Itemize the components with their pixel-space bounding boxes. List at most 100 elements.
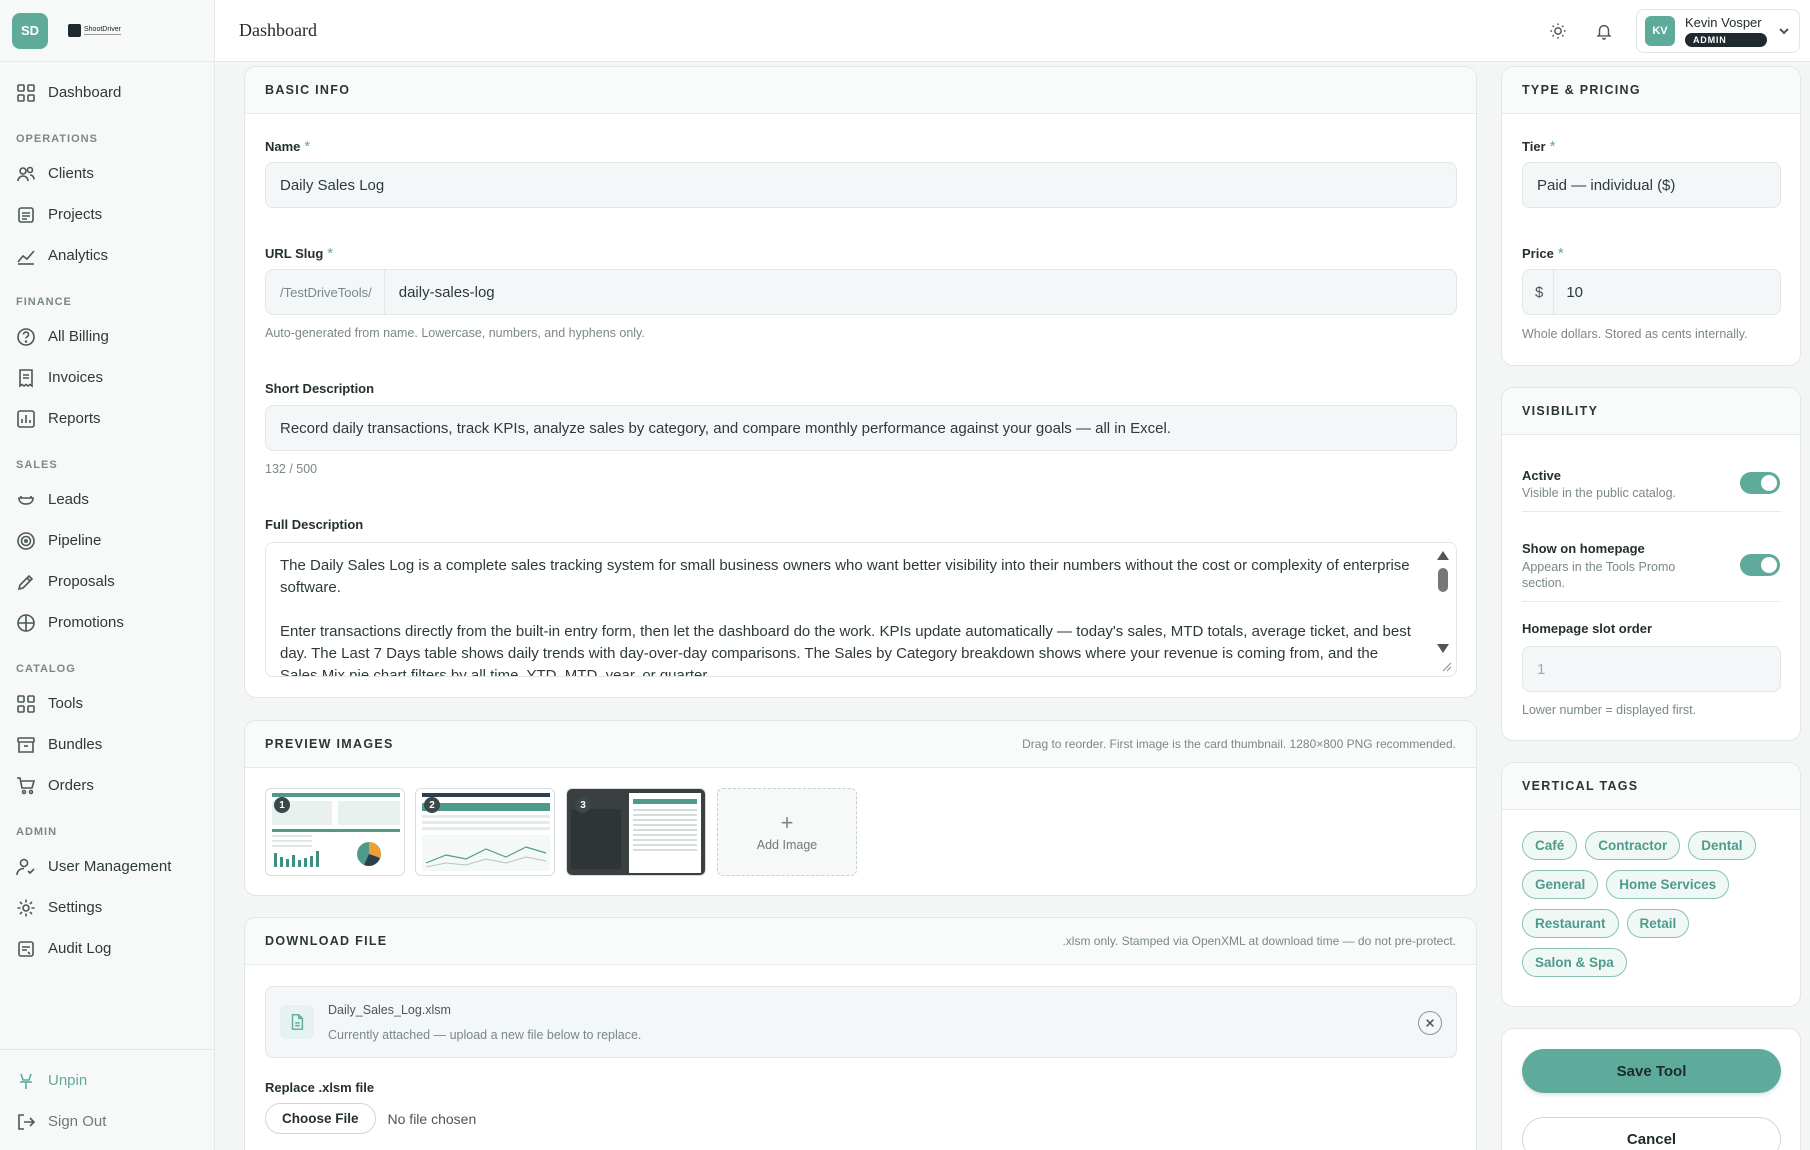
save-tool-button[interactable]: Save Tool xyxy=(1522,1049,1781,1093)
receipt-icon xyxy=(19,368,33,388)
tag-chip[interactable]: Café xyxy=(1522,831,1578,860)
divider xyxy=(1522,601,1781,602)
basic-info-card: BASIC INFO Name * Daily Sales Log URL Slu… xyxy=(244,66,1477,698)
plus-circle-icon xyxy=(17,613,35,632)
price-input[interactable]: 10 xyxy=(1554,270,1780,314)
sun-icon xyxy=(1550,22,1566,39)
preview-thumbnail-3[interactable]: 3 xyxy=(566,788,706,876)
bar-chart-icon xyxy=(17,409,35,428)
card-header: PREVIEW IMAGES Drag to reorder. First im… xyxy=(245,721,1476,768)
brand-logo-text: ShootDriver xyxy=(84,26,121,35)
active-label: Active xyxy=(1522,468,1562,483)
add-image-button[interactable]: + Add Image xyxy=(717,788,857,876)
sidebar-item-label: Orders xyxy=(48,777,94,794)
nav-section-sales: SALES xyxy=(16,459,58,471)
attached-file: Daily_Sales_Log.xlsm Currently attached … xyxy=(265,986,1457,1058)
archive-icon xyxy=(17,736,35,753)
sidebar-item-clients[interactable]: Clients xyxy=(0,153,214,194)
card-title: DOWNLOAD FILE xyxy=(265,934,388,948)
tag-chip[interactable]: Contractor xyxy=(1585,831,1681,860)
cart-icon xyxy=(17,776,36,794)
card-title: VERTICAL TAGS xyxy=(1522,779,1639,793)
sidebar-item-analytics[interactable]: Analytics xyxy=(0,235,214,276)
remove-file-button[interactable] xyxy=(1418,1011,1442,1035)
preview-thumbnail-1[interactable]: 1 xyxy=(265,788,405,876)
sidebar-item-audit-log[interactable]: Audit Log xyxy=(0,928,214,969)
sidebar-item-pipeline[interactable]: Pipeline xyxy=(0,520,214,561)
sidebar-item-dashboard[interactable]: Dashboard xyxy=(0,72,214,113)
no-file-text: No file chosen xyxy=(387,1110,477,1127)
sidebar-item-label: Audit Log xyxy=(48,940,112,957)
sidebar-item-leads[interactable]: Leads xyxy=(0,479,214,520)
short-description-input[interactable]: Record daily transactions, track KPIs, a… xyxy=(265,405,1457,451)
price-label: Price xyxy=(1522,246,1554,261)
scroll-down-icon[interactable] xyxy=(1437,644,1449,653)
sidebar-item-reports[interactable]: Reports xyxy=(0,398,214,439)
sidebar-item-label: Dashboard xyxy=(48,84,122,101)
resize-handle-icon[interactable] xyxy=(1440,660,1452,672)
file-name: Daily_Sales_Log.xlsm xyxy=(328,1003,451,1017)
sidebar-item-label: Tools xyxy=(48,695,84,712)
homepage-toggle[interactable] xyxy=(1740,554,1780,576)
sidebar-item-settings[interactable]: Settings xyxy=(0,887,214,928)
notifications-button[interactable] xyxy=(1590,17,1618,45)
card-header: DOWNLOAD FILE .xlsm only. Stamped via Op… xyxy=(245,918,1476,965)
brand-badge[interactable]: SD xyxy=(12,12,48,49)
log-out-icon xyxy=(18,1113,36,1130)
slot-order-input[interactable]: 1 xyxy=(1522,646,1781,692)
user-menu[interactable]: KV Kevin Vosper ADMIN xyxy=(1636,8,1800,53)
users-icon xyxy=(17,166,35,181)
name-input[interactable]: Daily Sales Log xyxy=(265,162,1457,208)
cancel-button[interactable]: Cancel xyxy=(1522,1117,1781,1150)
tag-chip[interactable]: General xyxy=(1522,870,1599,899)
slug-label: URL Slug xyxy=(265,246,324,261)
full-description-textarea[interactable]: The Daily Sales Log is a complete sales … xyxy=(265,542,1457,677)
file-icon xyxy=(291,1014,304,1030)
slug-label-row: URL Slug * xyxy=(265,245,333,262)
sidebar-item-projects[interactable]: Projects xyxy=(0,194,214,235)
unpin-button[interactable]: Unpin xyxy=(0,1060,214,1101)
sidebar-item-tools[interactable]: Tools xyxy=(0,683,214,724)
sidebar-item-proposals[interactable]: Proposals xyxy=(0,561,214,602)
tag-chip[interactable]: Salon & Spa xyxy=(1522,948,1627,977)
pin-icon xyxy=(20,1073,32,1089)
sign-out-label: Sign Out xyxy=(48,1113,107,1130)
file-picker: Choose File No file chosen xyxy=(265,1103,476,1134)
sidebar-item-label: Projects xyxy=(48,206,103,223)
choose-file-button[interactable]: Choose File xyxy=(265,1103,376,1134)
sidebar-item-label: User Management xyxy=(48,858,172,875)
sidebar-item-promotions[interactable]: Promotions xyxy=(0,602,214,643)
homepage-description: Appears in the Tools Promo section. xyxy=(1522,560,1676,590)
sidebar-item-all-billing[interactable]: All Billing xyxy=(0,316,214,357)
user-check-icon xyxy=(16,858,35,875)
tag-chip[interactable]: Home Services xyxy=(1606,870,1730,899)
card-header: VERTICAL TAGS xyxy=(1502,763,1800,810)
price-label-row: Price * xyxy=(1522,245,1564,262)
full-description-paragraph: The Daily Sales Log is a complete sales … xyxy=(280,557,1410,596)
file-status: Currently attached — upload a new file b… xyxy=(328,1028,642,1042)
sidebar-item-orders[interactable]: Orders xyxy=(0,765,214,806)
slug-input[interactable]: daily-sales-log xyxy=(385,270,1456,314)
tag-chip[interactable]: Dental xyxy=(1688,831,1756,860)
card-title: VISIBILITY xyxy=(1522,404,1599,418)
price-input-group: $ 10 xyxy=(1522,269,1781,315)
active-toggle[interactable] xyxy=(1740,472,1780,494)
scrollbar-thumb[interactable] xyxy=(1438,568,1448,592)
sign-out-button[interactable]: Sign Out xyxy=(0,1101,214,1142)
clipboard-icon xyxy=(18,206,34,223)
sidebar-item-user-management[interactable]: User Management xyxy=(0,846,214,887)
sidebar-item-label: Pipeline xyxy=(48,532,102,549)
tag-chip[interactable]: Retail xyxy=(1626,909,1690,938)
target-icon xyxy=(17,531,35,550)
tier-select[interactable]: Paid — individual ($) xyxy=(1522,162,1781,208)
textarea-scrollbar[interactable] xyxy=(1436,547,1450,653)
slot-order-label: Homepage slot order xyxy=(1522,621,1653,636)
scroll-up-icon[interactable] xyxy=(1437,551,1449,560)
sidebar-item-invoices[interactable]: Invoices xyxy=(0,357,214,398)
sidebar-item-bundles[interactable]: Bundles xyxy=(0,724,214,765)
theme-toggle-button[interactable] xyxy=(1544,17,1572,45)
trend-line-icon xyxy=(17,249,35,265)
tag-chip[interactable]: Restaurant xyxy=(1522,909,1619,938)
card-title: TYPE & PRICING xyxy=(1522,83,1641,97)
preview-thumbnail-2[interactable]: 2 xyxy=(415,788,555,876)
